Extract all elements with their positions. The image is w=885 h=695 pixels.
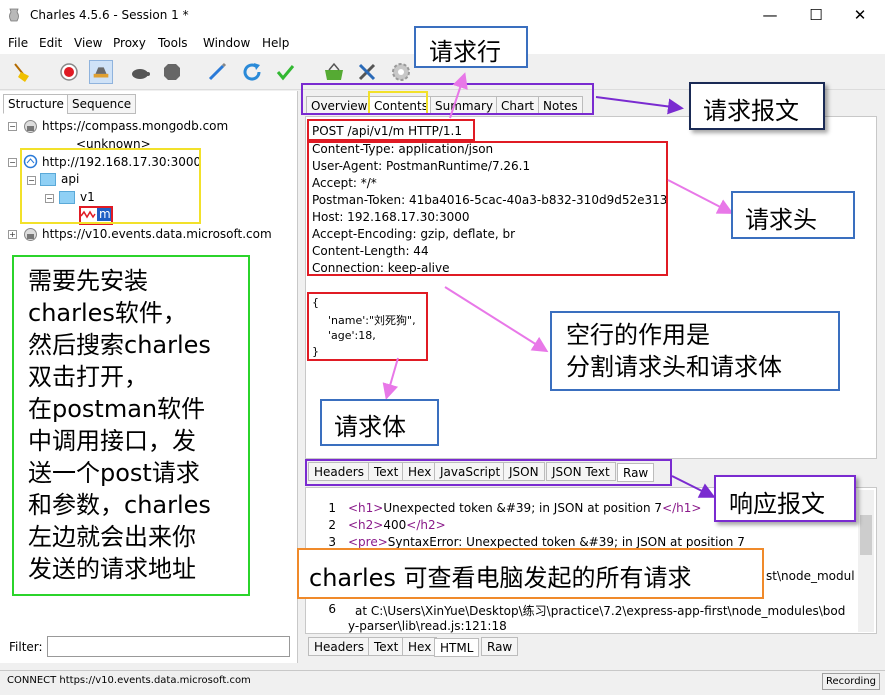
scrollbar-thumb[interactable] bbox=[860, 515, 872, 555]
charles-jug-icon bbox=[9, 8, 19, 22]
tree-expander[interactable]: + bbox=[8, 230, 17, 239]
top-tabs-highlight bbox=[301, 83, 594, 115]
record-icon[interactable] bbox=[57, 60, 81, 84]
resp-subtab-hex[interactable]: Hex bbox=[402, 637, 438, 656]
pen-icon[interactable] bbox=[205, 60, 229, 84]
response-line: <pre>SyntaxError: Unexpected token &#39;… bbox=[348, 535, 745, 549]
settings-gear-icon[interactable] bbox=[389, 60, 413, 84]
line-number: 1 bbox=[328, 501, 336, 515]
menu-file[interactable]: File bbox=[8, 36, 28, 50]
response-line: at C:\Users\XinYue\Desktop\练习\practice\7… bbox=[355, 604, 846, 618]
resp-subtab-headers[interactable]: Headers bbox=[308, 637, 370, 656]
request-body-highlight bbox=[307, 292, 428, 361]
response-line: <h1>Unexpected token &#39; in JSON at po… bbox=[348, 501, 702, 515]
filter-input[interactable] bbox=[47, 636, 290, 657]
label-response-message: 响应报文 bbox=[714, 475, 856, 522]
tab-structure[interactable]: Structure bbox=[3, 94, 69, 114]
label-request-body: 请求体 bbox=[320, 399, 439, 446]
throttle-icon[interactable] bbox=[89, 60, 113, 84]
maximize-button[interactable]: ☐ bbox=[796, 4, 836, 28]
status-text: CONNECT https://v10.events.data.microsof… bbox=[7, 675, 251, 686]
tab-sequence[interactable]: Sequence bbox=[67, 94, 137, 114]
resp-subtab-text[interactable]: Text bbox=[368, 637, 405, 656]
line-number: 6 bbox=[328, 602, 336, 616]
tools-icon[interactable] bbox=[355, 60, 379, 84]
label-blank-line-note: 空行的作用是 分割请求头和请求体 bbox=[550, 311, 840, 391]
menu-proxy[interactable]: Proxy bbox=[113, 36, 146, 50]
request-subtabs-highlight bbox=[305, 459, 672, 486]
line-number: 3 bbox=[328, 535, 336, 549]
tree-expander[interactable]: − bbox=[8, 158, 17, 167]
globe-lock-icon bbox=[24, 120, 37, 133]
globe-lock-icon bbox=[24, 228, 37, 241]
resp-subtab-raw[interactable]: Raw bbox=[481, 637, 519, 656]
response-line: <h2>400</h2> bbox=[348, 518, 446, 532]
window-title: Charles 4.5.6 - Session 1 * bbox=[30, 8, 189, 22]
turtle-icon[interactable] bbox=[128, 60, 152, 84]
menu-view[interactable]: View bbox=[74, 36, 102, 50]
response-line: st\node_modul bbox=[766, 569, 855, 583]
summary-note: charles 可查看电脑发起的所有请求 bbox=[297, 548, 764, 599]
close-button[interactable]: ✕ bbox=[840, 4, 880, 28]
stop-icon[interactable] bbox=[160, 60, 184, 84]
label-request-line: 请求行 bbox=[414, 26, 528, 68]
minimize-button[interactable]: — bbox=[750, 4, 790, 28]
menu-help[interactable]: Help bbox=[262, 36, 289, 50]
refresh-icon[interactable] bbox=[240, 60, 264, 84]
basket-icon[interactable] bbox=[322, 60, 346, 84]
menu-tools[interactable]: Tools bbox=[158, 36, 188, 50]
menu-window[interactable]: Window bbox=[203, 36, 250, 50]
recording-indicator[interactable]: Recording bbox=[822, 673, 880, 690]
request-header-highlight bbox=[307, 141, 668, 276]
instruction-note: 需要先安装 charles软件， 然后搜索charles 双击打开， 在post… bbox=[12, 255, 250, 596]
tree-expander[interactable]: − bbox=[8, 122, 17, 131]
filter-label: Filter: bbox=[9, 640, 43, 654]
label-request-message: 请求报文 bbox=[689, 82, 825, 130]
host-highlight bbox=[20, 148, 201, 224]
response-line: y-parser\lib\read.js:121:18 bbox=[348, 619, 507, 633]
resp-subtab-html[interactable]: HTML bbox=[434, 638, 480, 657]
tree-host-microsoft[interactable]: https://v10.events.data.microsoft.com bbox=[42, 227, 272, 241]
response-scrollbar[interactable] bbox=[858, 490, 874, 632]
check-icon[interactable] bbox=[273, 60, 297, 84]
line-number: 2 bbox=[328, 518, 336, 532]
tree-host-compass[interactable]: https://compass.mongodb.com bbox=[42, 119, 228, 133]
label-request-header: 请求头 bbox=[731, 191, 855, 239]
menu-edit[interactable]: Edit bbox=[39, 36, 62, 50]
broom-icon[interactable] bbox=[9, 60, 33, 84]
request-line-highlight bbox=[307, 119, 475, 141]
